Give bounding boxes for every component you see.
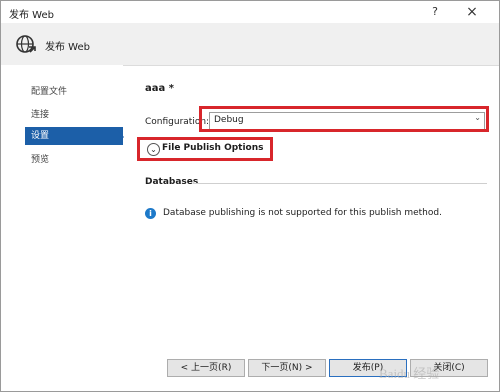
databases-divider xyxy=(193,183,487,184)
watermark-text: Baidu 经验 xyxy=(379,366,440,381)
nav-item-preview[interactable]: 预览 xyxy=(25,151,123,169)
info-icon: i xyxy=(145,208,156,219)
publish-web-dialog: 发布 Web ? × 发布 Web 配置文件 连接 设置 预览 aaa * Co… xyxy=(0,0,500,392)
profile-name: aaa * xyxy=(145,83,174,94)
previous-button[interactable]: < 上一页(R) xyxy=(167,359,245,377)
database-info-message: Database publishing is not supported for… xyxy=(163,208,442,218)
wizard-nav: 配置文件 连接 设置 预览 xyxy=(1,65,123,365)
nav-item-settings[interactable]: 设置 xyxy=(25,127,123,145)
highlight-box-file-publish-options xyxy=(137,137,273,161)
nav-item-connection[interactable]: 连接 xyxy=(25,106,123,124)
close-window-button[interactable]: × xyxy=(461,3,483,21)
nav-item-profile[interactable]: 配置文件 xyxy=(25,83,123,101)
window-title: 发布 Web xyxy=(9,10,54,21)
databases-heading: Databases xyxy=(145,177,199,187)
settings-panel: aaa * Configuration: Debug ⌄ ⌄ File Publ… xyxy=(123,65,499,355)
dialog-footer: < 上一页(R) 下一页(N) > 发布(P) 关闭(C) Baidu 经验 xyxy=(1,353,499,391)
baidu-watermark: Baidu 经验 xyxy=(357,353,499,385)
highlight-box-configuration xyxy=(199,106,489,132)
title-bar: 发布 Web ? × xyxy=(1,1,499,23)
dialog-header: 发布 Web xyxy=(1,23,499,66)
header-title: 发布 Web xyxy=(45,42,90,53)
next-button[interactable]: 下一页(N) > xyxy=(248,359,326,377)
help-button[interactable]: ? xyxy=(425,3,445,21)
globe-publish-icon xyxy=(16,35,36,53)
